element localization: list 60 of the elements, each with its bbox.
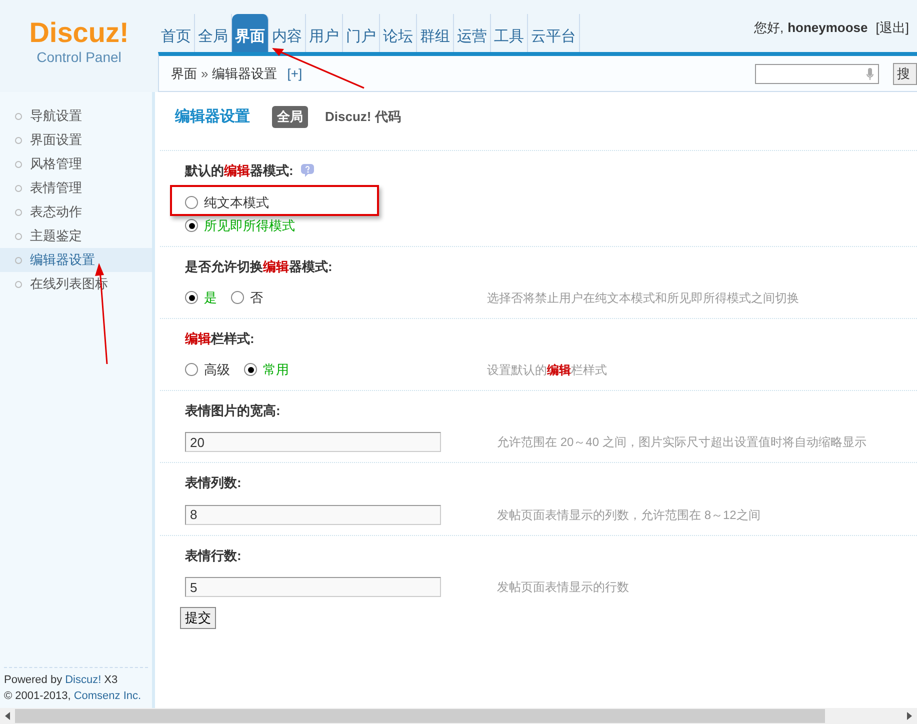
- hint-text: 发帖页面表情显示的行数: [497, 579, 630, 596]
- page-title: 编辑器设置: [175, 106, 250, 127]
- company-link[interactable]: Comsenz Inc.: [74, 688, 142, 704]
- microphone-icon: [866, 68, 874, 80]
- add-shortcut-link[interactable]: [+]: [287, 64, 302, 84]
- help-icon[interactable]: [301, 164, 314, 178]
- username: honeymoose: [788, 19, 868, 37]
- radio-button[interactable]: [231, 291, 244, 304]
- option-label: 是: [204, 289, 217, 307]
- setting-label: 表情列数:: [185, 474, 242, 492]
- option-label: 高级: [204, 361, 230, 379]
- scroll-right-icon[interactable]: [907, 712, 912, 720]
- text-field[interactable]: 5: [185, 577, 441, 597]
- breadcrumb-current: 编辑器设置: [212, 64, 278, 83]
- page-tab[interactable]: Discuz! 代码: [320, 106, 406, 128]
- copyright-text: © 2001-2013,: [4, 689, 71, 704]
- sidebar-item[interactable]: 风格管理: [0, 152, 152, 176]
- greeting-text: 您好,: [754, 19, 784, 37]
- search-field[interactable]: [755, 64, 879, 84]
- sidebar-item[interactable]: 导航设置: [0, 104, 152, 128]
- scrollbar-thumb[interactable]: [15, 709, 825, 723]
- breadcrumb-separator: »: [201, 64, 208, 83]
- option-label: 否: [250, 289, 263, 307]
- option-label: 所见即所得模式: [204, 217, 295, 235]
- logo-subtitle: Control Panel: [36, 48, 122, 66]
- sidebar-item[interactable]: 界面设置: [0, 128, 152, 152]
- hint-text: 选择否将禁止用户在纯文本模式和所见即所得模式之间切换: [487, 290, 800, 307]
- version-text: X3: [104, 673, 118, 688]
- sidebar-item[interactable]: 表情管理: [0, 176, 152, 200]
- breadcrumb-link[interactable]: 界面: [171, 64, 197, 84]
- page-tab[interactable]: 全局: [272, 106, 308, 128]
- submit-button[interactable]: 提交: [180, 607, 216, 628]
- setting-label: 表情图片的宽高:: [185, 402, 280, 420]
- sidebar-item[interactable]: 主题鉴定: [0, 224, 152, 248]
- sidebar-item[interactable]: 表态动作: [0, 200, 152, 224]
- sidebar-item[interactable]: 编辑器设置: [0, 248, 152, 272]
- horizontal-scrollbar[interactable]: [0, 708, 917, 724]
- radio-button[interactable]: [244, 363, 257, 376]
- hint-text: 允许范围在 20～40 之间，图片实际尺寸超出设置值时将自动缩略显示: [497, 434, 868, 451]
- scroll-left-icon[interactable]: [5, 712, 10, 720]
- setting-label: 是否允许切换编辑器模式:: [185, 258, 332, 276]
- option-label: 常用: [263, 361, 289, 379]
- setting-label: 默认的编辑器模式:: [185, 162, 294, 180]
- hint-text: 设置默认的编辑栏样式: [487, 362, 608, 379]
- setting-label: 表情行数:: [185, 546, 242, 564]
- hint-text: 发帖页面表情显示的列数，允许范围在 8～12之间: [497, 506, 762, 524]
- radio-button[interactable]: [185, 219, 198, 232]
- logout-link[interactable]: [退出]: [876, 18, 909, 52]
- brand-link[interactable]: Discuz!: [65, 672, 102, 688]
- radio-button[interactable]: [185, 291, 198, 304]
- radio-button[interactable]: [185, 363, 198, 376]
- radio-button[interactable]: [185, 196, 198, 209]
- option-label: 纯文本模式: [204, 194, 269, 212]
- nav-tab[interactable]: 界面: [232, 14, 269, 52]
- logo-title: Discuz!: [29, 18, 129, 48]
- text-field[interactable]: 20: [185, 432, 441, 452]
- text-field[interactable]: 8: [185, 504, 441, 524]
- setting-label: 编辑栏样式:: [185, 330, 254, 348]
- search-button[interactable]: 搜: [893, 62, 917, 84]
- powered-text: Powered by: [4, 673, 62, 688]
